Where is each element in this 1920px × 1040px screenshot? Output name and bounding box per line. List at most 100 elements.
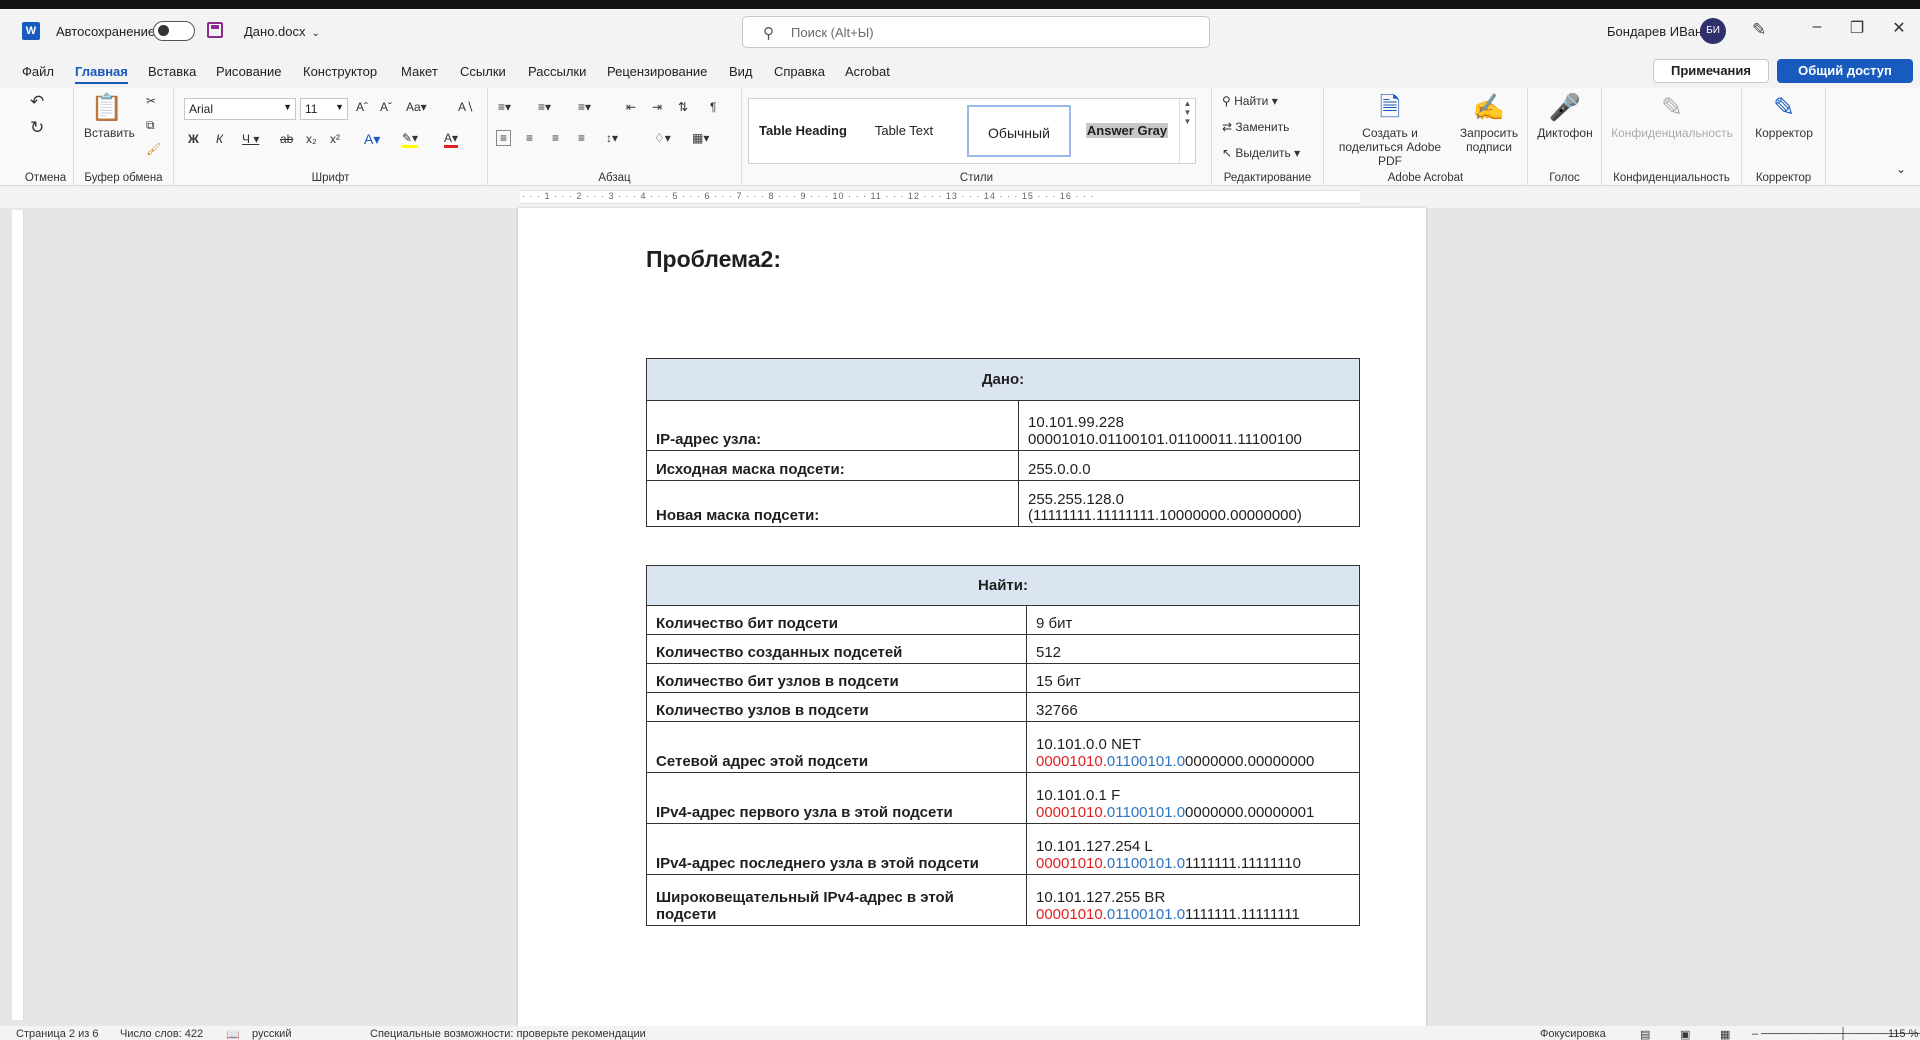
sort-icon[interactable]: ⇅ <box>678 100 688 114</box>
style-table-heading[interactable]: Table Heading <box>753 105 853 157</box>
align-center-icon[interactable]: ≡ <box>526 131 533 145</box>
style-answer-gray[interactable]: Answer Gray <box>1079 105 1175 157</box>
corrector-button[interactable]: ✎ Корректор <box>1746 92 1822 140</box>
group-undo: ↶ ↻ Отмена <box>18 88 74 186</box>
status-book-icon[interactable]: 📖 <box>226 1028 240 1040</box>
line-spacing-icon[interactable]: ↕▾ <box>606 131 618 145</box>
save-icon[interactable] <box>207 22 223 38</box>
tab-insert[interactable]: Вставка <box>148 64 196 79</box>
group-voice: 🎤 Диктофон Голос <box>1528 88 1602 186</box>
find-button[interactable]: ⚲ Найти ▾ <box>1222 94 1278 108</box>
tab-acrobat[interactable]: Acrobat <box>845 64 890 79</box>
numbering-icon[interactable]: ≡▾ <box>538 100 551 114</box>
close-icon[interactable]: ✕ <box>1884 18 1914 38</box>
increase-indent-icon[interactable]: ⇥ <box>652 100 662 114</box>
status-zoom[interactable]: 115 % <box>1888 1028 1918 1040</box>
select-button[interactable]: ↖ Выделить ▾ <box>1222 146 1300 160</box>
group-font-label: Шрифт <box>311 172 350 184</box>
restore-icon[interactable]: ❐ <box>1842 18 1872 38</box>
tab-draw[interactable]: Рисование <box>216 64 281 79</box>
tab-mailings[interactable]: Рассылки <box>528 64 586 79</box>
subscript-icon[interactable]: x₂ <box>306 132 317 146</box>
document-page[interactable]: Проблема2: Дано: IP-адрес узла: 10.101.9… <box>518 208 1426 1026</box>
cut-icon[interactable]: ✂ <box>146 94 156 108</box>
search-box[interactable]: ⚲ Поиск (Alt+Ы) <box>742 16 1210 48</box>
tab-review[interactable]: Рецензирование <box>607 64 707 79</box>
privacy-button-label: Конфиденциальность <box>1611 126 1733 140</box>
clear-format-icon[interactable]: A∖ <box>458 100 474 114</box>
share-button[interactable]: Общий доступ <box>1777 59 1913 83</box>
document-name-text: Дано.docx <box>244 24 306 39</box>
tab-file[interactable]: Файл <box>22 64 54 79</box>
shrink-font-icon[interactable]: Aˇ <box>380 100 392 114</box>
document-name[interactable]: Дано.docx ⌄ <box>244 24 320 39</box>
font-size-combo[interactable]: 11 ▼ <box>300 98 348 120</box>
copy-icon[interactable]: ⧉ <box>146 118 155 133</box>
tab-layout[interactable]: Макет <box>401 64 438 79</box>
designer-pen-icon[interactable]: ✎ <box>1752 20 1766 40</box>
paste-button[interactable]: 📋 Вставить <box>84 92 135 140</box>
read-mode-icon[interactable]: ▤ <box>1640 1028 1650 1040</box>
italic-icon[interactable]: К <box>216 132 223 146</box>
request-sign-button[interactable]: ✍ Запросить подписи <box>1454 92 1524 154</box>
create-pdf-button[interactable]: 🗎 Создать и поделиться Adobe PDF <box>1328 92 1452 168</box>
pilcrow-icon[interactable]: ¶ <box>710 100 716 114</box>
privacy-button[interactable]: ✎ Конфиденциальность <box>1606 92 1738 140</box>
highlight-icon[interactable]: ✎▾ <box>402 131 419 148</box>
tab-design[interactable]: Конструктор <box>303 64 377 79</box>
address-decimal: 10.101.127.254 L <box>1036 838 1153 855</box>
style-normal[interactable]: Обычный <box>967 105 1071 157</box>
tab-view[interactable]: Вид <box>729 64 753 79</box>
dictate-button[interactable]: 🎤 Диктофон <box>1530 92 1600 140</box>
replace-label: Заменить <box>1235 120 1290 134</box>
format-painter-icon[interactable]: 🖌 <box>146 142 161 156</box>
superscript-icon[interactable]: x² <box>330 132 340 146</box>
decrease-indent-icon[interactable]: ⇤ <box>626 100 636 114</box>
binary-part-rest: 1111111.11111110 <box>1185 855 1301 872</box>
print-layout-icon[interactable]: ▣ <box>1680 1028 1690 1040</box>
replace-button[interactable]: ⇄ Заменить <box>1222 120 1289 134</box>
autosave-toggle[interactable] <box>153 21 195 41</box>
tab-references[interactable]: Ссылки <box>460 64 506 79</box>
comments-button[interactable]: Примечания <box>1653 59 1769 83</box>
avatar[interactable]: БИ <box>1700 18 1726 44</box>
given-label: IP-адрес узла: <box>646 400 1019 451</box>
font-color-icon[interactable]: A▾ <box>444 131 459 148</box>
tab-help[interactable]: Справка <box>774 64 825 79</box>
undo-icon[interactable]: ↶ <box>30 92 44 112</box>
redo-icon[interactable]: ↻ <box>30 118 44 138</box>
align-right-icon[interactable]: ≡ <box>552 131 559 145</box>
status-page[interactable]: Страница 2 из 6 <box>16 1028 98 1040</box>
status-focus[interactable]: Фокусировка <box>1540 1028 1606 1040</box>
status-accessibility[interactable]: Специальные возможности: проверьте реком… <box>370 1028 646 1040</box>
text-effects-icon[interactable]: A▾ <box>364 131 380 148</box>
style-table-text[interactable]: Table Text <box>859 105 949 157</box>
minimize-icon[interactable]: – <box>1802 18 1832 36</box>
grow-font-icon[interactable]: Aˆ <box>356 100 368 114</box>
group-paragraph: ≡▾ ≡▾ ≡▾ ⇤ ⇥ ⇅ ¶ ≡ ≡ ≡ ≡ ↕▾ ♢▾ ▦▾ Абзац <box>488 88 742 186</box>
styles-scroll[interactable]: ▲ ▼ ▼ <box>1179 99 1195 163</box>
shading-icon[interactable]: ♢▾ <box>654 131 671 145</box>
web-layout-icon[interactable]: ▦ <box>1720 1028 1730 1040</box>
strikethrough-icon[interactable]: ab <box>280 132 293 146</box>
align-left-icon[interactable]: ≡ <box>496 130 512 146</box>
bold-icon[interactable]: Ж <box>188 132 199 146</box>
group-clipboard: 📋 Вставить ✂ ⧉ 🖌 Буфер обмена <box>74 88 174 186</box>
tab-home[interactable]: Главная <box>75 64 128 84</box>
underline-icon[interactable]: Ч ▾ <box>242 132 259 146</box>
borders-icon[interactable]: ▦▾ <box>692 131 709 145</box>
status-language[interactable]: русский <box>252 1028 291 1040</box>
given-table: Дано: IP-адрес узла: 10.101.99.228 000010… <box>646 358 1360 527</box>
status-words[interactable]: Число слов: 422 <box>120 1028 203 1040</box>
ruler-track[interactable]: · · · 1 · · · 2 · · · 3 · · · 4 · · · 5 … <box>520 190 1360 204</box>
justify-icon[interactable]: ≡ <box>578 131 585 145</box>
multilevel-list-icon[interactable]: ≡▾ <box>578 100 591 114</box>
ribbon-collapse-icon[interactable]: ⌄ <box>1896 162 1906 176</box>
given-label: Новая маска подсети: <box>646 480 1019 527</box>
select-label: Выделить <box>1235 146 1291 160</box>
user-name[interactable]: Бондарев ИВан <box>1607 24 1702 39</box>
change-case-icon[interactable]: Aa▾ <box>406 100 427 114</box>
bullets-icon[interactable]: ≡▾ <box>498 100 511 114</box>
find-label: Количество бит подсети <box>646 605 1027 635</box>
font-name-combo[interactable]: Arial ▼ <box>184 98 296 120</box>
